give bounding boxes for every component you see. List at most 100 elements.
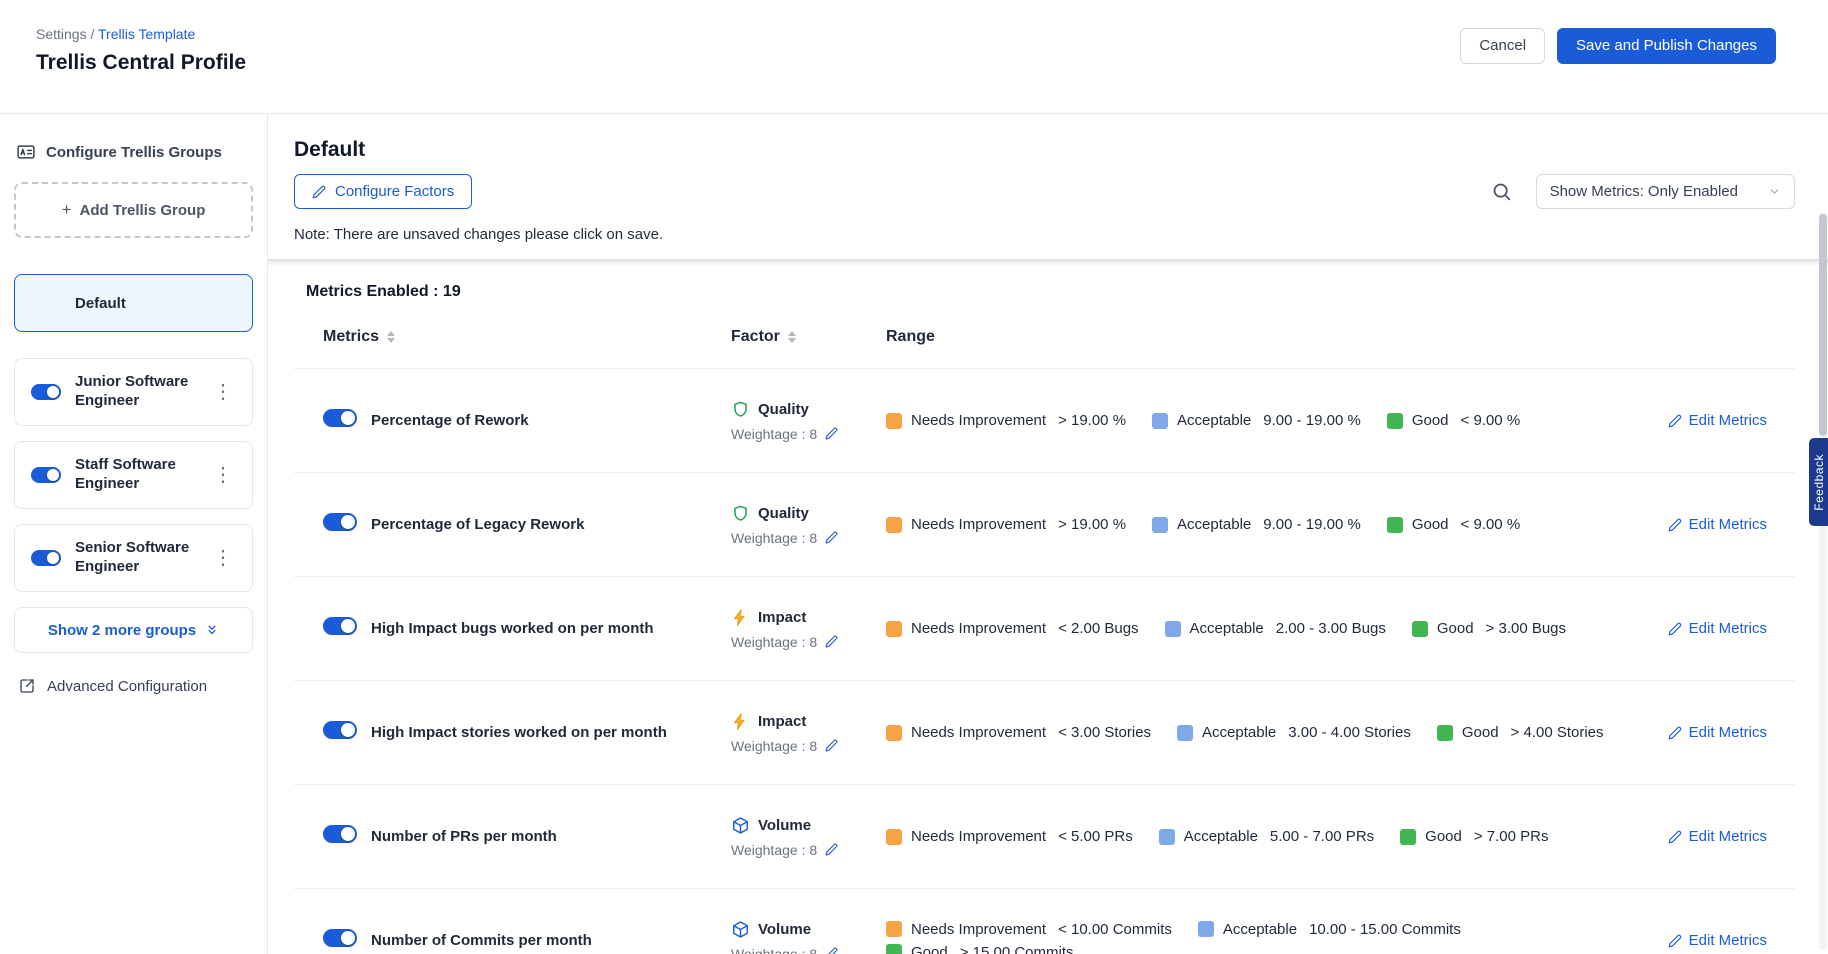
range-color-square <box>886 621 902 637</box>
range-cell: Needs Improvement > 19.00 % Acceptable 9… <box>886 516 1637 533</box>
scrollbar-thumb[interactable] <box>1819 214 1827 436</box>
save-and-publish-button[interactable]: Save and Publish Changes <box>1557 28 1776 64</box>
metrics-filter-value: Show Metrics: Only Enabled <box>1550 183 1738 200</box>
weightage-value: 8 <box>809 530 817 546</box>
edit-metrics-cell: Edit Metrics <box>1637 620 1767 637</box>
kebab-menu-icon[interactable]: ⋮ <box>207 546 239 570</box>
range-color-square <box>886 517 902 533</box>
range-label: Needs Improvement <box>911 921 1046 938</box>
pencil-icon <box>1668 934 1682 948</box>
range-value: > 4.00 Stories <box>1511 724 1604 741</box>
show-more-groups-button[interactable]: Show 2 more groups <box>14 607 253 653</box>
range-cell: Needs Improvement > 19.00 % Acceptable 9… <box>886 412 1637 429</box>
column-header-metrics: Metrics <box>323 328 731 346</box>
app-window: Settings / Trellis Template Trellis Cent… <box>0 0 1828 954</box>
range-value: > 7.00 PRs <box>1474 828 1549 845</box>
range-value: < 3.00 Stories <box>1058 724 1151 741</box>
sidebar-group-card[interactable]: Junior Software Engineer ⋮ <box>14 358 253 426</box>
edit-metrics-link[interactable]: Edit Metrics <box>1668 724 1767 741</box>
sidebar: Configure Trellis Groups + Add Trellis G… <box>0 114 268 954</box>
range-value: < 9.00 % <box>1461 412 1521 429</box>
edit-metrics-link[interactable]: Edit Metrics <box>1668 620 1767 637</box>
sidebar-group-card[interactable]: Senior Software Engineer ⋮ <box>14 524 253 592</box>
range-color-square <box>886 725 902 741</box>
edit-weightage-icon[interactable] <box>825 843 838 856</box>
factors-toolbar: Configure Factors Show Metrics: Only Ena… <box>294 174 1795 209</box>
factor-icon <box>731 608 750 627</box>
range-value: 9.00 - 19.00 % <box>1263 516 1361 533</box>
metric-enabled-toggle[interactable] <box>323 929 357 947</box>
metric-row: Number of Commits per month Volume Weigh… <box>294 889 1795 954</box>
range-color-square <box>1387 517 1403 533</box>
page-title: Trellis Central Profile <box>36 51 246 75</box>
advanced-configuration-button[interactable]: Advanced Configuration <box>14 677 253 695</box>
add-trellis-group-button[interactable]: + Add Trellis Group <box>14 182 253 238</box>
range-chip: Good > 7.00 PRs <box>1400 828 1548 845</box>
range-value: 3.00 - 4.00 Stories <box>1288 724 1411 741</box>
weightage-row: Weightage : 8 <box>731 530 886 546</box>
range-label: Good <box>911 944 948 954</box>
page-header: Settings / Trellis Template Trellis Cent… <box>0 0 1828 114</box>
pencil-icon <box>1668 726 1682 740</box>
breadcrumb-settings[interactable]: Settings <box>36 26 87 42</box>
metric-enabled-toggle[interactable] <box>323 513 357 531</box>
kebab-menu-icon[interactable]: ⋮ <box>207 463 239 487</box>
weightage-row: Weightage : 8 <box>731 738 886 754</box>
metric-name: High Impact stories worked on per month <box>371 723 731 743</box>
metric-enabled-toggle[interactable] <box>323 409 357 427</box>
range-chip: Good < 9.00 % <box>1387 516 1520 533</box>
weightage-value: 8 <box>809 738 817 754</box>
chevron-down-icon <box>1768 185 1781 198</box>
sort-metrics-icon[interactable] <box>387 331 395 343</box>
edit-weightage-icon[interactable] <box>825 531 838 544</box>
plus-icon: + <box>62 200 72 220</box>
metric-enabled-toggle[interactable] <box>323 825 357 843</box>
group-enabled-toggle[interactable] <box>31 467 61 483</box>
edit-weightage-icon[interactable] <box>825 947 838 954</box>
scrollbar-track[interactable] <box>1819 212 1827 950</box>
configure-trellis-groups-header: Configure Trellis Groups <box>14 142 253 162</box>
metrics-filter-dropdown[interactable]: Show Metrics: Only Enabled <box>1536 174 1795 209</box>
cancel-button[interactable]: Cancel <box>1460 28 1545 64</box>
factor-cell: Volume Weightage : 8 <box>731 816 886 858</box>
search-button[interactable] <box>1485 175 1518 208</box>
edit-weightage-icon[interactable] <box>825 739 838 752</box>
weightage-label: Weightage : 8 <box>731 842 817 858</box>
range-value: > 19.00 % <box>1058 516 1126 533</box>
factor-name: Volume <box>758 817 811 834</box>
configure-factors-button[interactable]: Configure Factors <box>294 174 472 209</box>
default-group-label: Default <box>75 295 126 312</box>
sort-factor-icon[interactable] <box>788 331 796 343</box>
weightage-label: Weightage : 8 <box>731 530 817 546</box>
edit-metrics-link[interactable]: Edit Metrics <box>1668 516 1767 533</box>
range-chip: Needs Improvement < 2.00 Bugs <box>886 620 1139 637</box>
edit-metrics-link[interactable]: Edit Metrics <box>1668 932 1767 949</box>
factor-name: Impact <box>758 609 806 626</box>
group-enabled-toggle[interactable] <box>31 550 61 566</box>
metric-toggle-cell <box>323 513 371 536</box>
sidebar-group-card[interactable]: Staff Software Engineer ⋮ <box>14 441 253 509</box>
range-chip: Needs Improvement < 3.00 Stories <box>886 724 1151 741</box>
breadcrumb-trellis-template[interactable]: Trellis Template <box>98 26 195 42</box>
metric-row: High Impact stories worked on per month … <box>294 681 1795 785</box>
header-actions: Cancel Save and Publish Changes <box>1460 26 1776 64</box>
weightage-row: Weightage : 8 <box>731 842 886 858</box>
edit-weightage-icon[interactable] <box>825 427 838 440</box>
kebab-menu-icon[interactable]: ⋮ <box>207 380 239 404</box>
edit-metrics-link[interactable]: Edit Metrics <box>1668 412 1767 429</box>
sidebar-item-default-group[interactable]: Default <box>14 274 253 332</box>
range-label: Needs Improvement <box>911 828 1046 845</box>
pencil-icon <box>1668 830 1682 844</box>
range-value: 10.00 - 15.00 Commits <box>1309 921 1461 938</box>
weightage-row: Weightage : 8 <box>731 426 886 442</box>
range-label: Good <box>1425 828 1462 845</box>
metric-enabled-toggle[interactable] <box>323 721 357 739</box>
feedback-tab[interactable]: Feedback <box>1809 438 1828 526</box>
metric-enabled-toggle[interactable] <box>323 617 357 635</box>
edit-metrics-cell: Edit Metrics <box>1637 724 1767 741</box>
edit-metrics-link[interactable]: Edit Metrics <box>1668 828 1767 845</box>
edit-weightage-icon[interactable] <box>825 635 838 648</box>
group-enabled-toggle[interactable] <box>31 384 61 400</box>
factor-cell: Impact Weightage : 8 <box>731 608 886 650</box>
unsaved-changes-note: Note: There are unsaved changes please c… <box>294 226 1795 243</box>
